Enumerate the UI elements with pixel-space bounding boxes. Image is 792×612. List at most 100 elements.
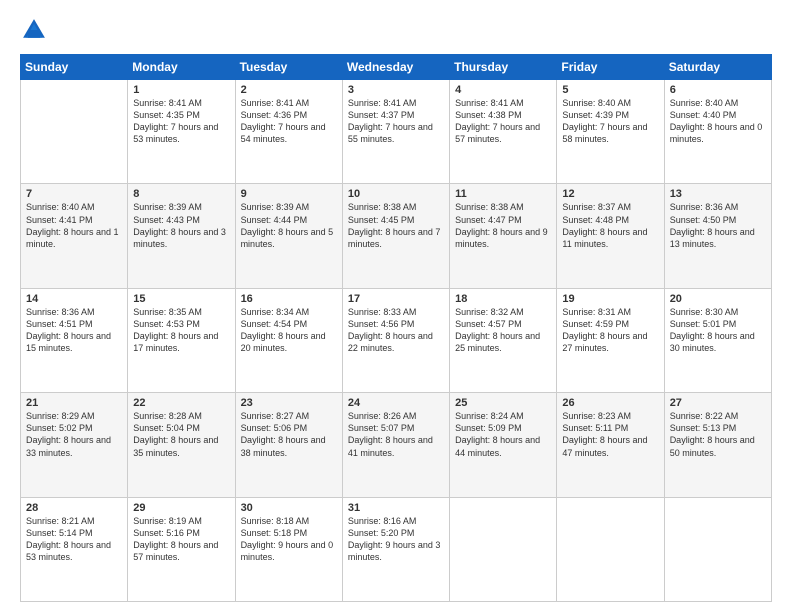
day-number: 12	[562, 188, 658, 200]
calendar-week-row: 14Sunrise: 8:36 AMSunset: 4:51 PMDayligh…	[21, 288, 772, 392]
day-number: 2	[241, 84, 337, 96]
weekday-header: Monday	[128, 55, 235, 80]
day-info: Sunrise: 8:35 AMSunset: 4:53 PMDaylight:…	[133, 306, 229, 355]
weekday-header: Friday	[557, 55, 664, 80]
weekday-header: Wednesday	[342, 55, 449, 80]
day-info: Sunrise: 8:23 AMSunset: 5:11 PMDaylight:…	[562, 410, 658, 459]
calendar-header-row: SundayMondayTuesdayWednesdayThursdayFrid…	[21, 55, 772, 80]
calendar-cell	[21, 80, 128, 184]
calendar-cell: 31Sunrise: 8:16 AMSunset: 5:20 PMDayligh…	[342, 497, 449, 601]
calendar-cell: 24Sunrise: 8:26 AMSunset: 5:07 PMDayligh…	[342, 393, 449, 497]
calendar-cell: 15Sunrise: 8:35 AMSunset: 4:53 PMDayligh…	[128, 288, 235, 392]
day-number: 8	[133, 188, 229, 200]
calendar-cell: 10Sunrise: 8:38 AMSunset: 4:45 PMDayligh…	[342, 184, 449, 288]
calendar-cell: 19Sunrise: 8:31 AMSunset: 4:59 PMDayligh…	[557, 288, 664, 392]
calendar-cell	[664, 497, 771, 601]
day-info: Sunrise: 8:37 AMSunset: 4:48 PMDaylight:…	[562, 201, 658, 250]
day-number: 18	[455, 293, 551, 305]
page: SundayMondayTuesdayWednesdayThursdayFrid…	[0, 0, 792, 612]
calendar-cell: 18Sunrise: 8:32 AMSunset: 4:57 PMDayligh…	[450, 288, 557, 392]
day-info: Sunrise: 8:16 AMSunset: 5:20 PMDaylight:…	[348, 515, 444, 564]
day-number: 13	[670, 188, 766, 200]
logo	[20, 16, 52, 44]
day-info: Sunrise: 8:41 AMSunset: 4:36 PMDaylight:…	[241, 97, 337, 146]
calendar-table: SundayMondayTuesdayWednesdayThursdayFrid…	[20, 54, 772, 602]
day-info: Sunrise: 8:31 AMSunset: 4:59 PMDaylight:…	[562, 306, 658, 355]
calendar-cell: 16Sunrise: 8:34 AMSunset: 4:54 PMDayligh…	[235, 288, 342, 392]
day-info: Sunrise: 8:40 AMSunset: 4:40 PMDaylight:…	[670, 97, 766, 146]
day-number: 25	[455, 397, 551, 409]
day-number: 15	[133, 293, 229, 305]
calendar-cell: 17Sunrise: 8:33 AMSunset: 4:56 PMDayligh…	[342, 288, 449, 392]
logo-icon	[20, 16, 48, 44]
day-info: Sunrise: 8:27 AMSunset: 5:06 PMDaylight:…	[241, 410, 337, 459]
day-info: Sunrise: 8:39 AMSunset: 4:44 PMDaylight:…	[241, 201, 337, 250]
calendar-cell: 30Sunrise: 8:18 AMSunset: 5:18 PMDayligh…	[235, 497, 342, 601]
weekday-header: Sunday	[21, 55, 128, 80]
calendar-cell: 13Sunrise: 8:36 AMSunset: 4:50 PMDayligh…	[664, 184, 771, 288]
day-number: 4	[455, 84, 551, 96]
day-number: 3	[348, 84, 444, 96]
calendar-cell: 12Sunrise: 8:37 AMSunset: 4:48 PMDayligh…	[557, 184, 664, 288]
day-info: Sunrise: 8:41 AMSunset: 4:37 PMDaylight:…	[348, 97, 444, 146]
calendar-cell: 22Sunrise: 8:28 AMSunset: 5:04 PMDayligh…	[128, 393, 235, 497]
calendar-cell: 1Sunrise: 8:41 AMSunset: 4:35 PMDaylight…	[128, 80, 235, 184]
day-info: Sunrise: 8:26 AMSunset: 5:07 PMDaylight:…	[348, 410, 444, 459]
calendar-cell: 25Sunrise: 8:24 AMSunset: 5:09 PMDayligh…	[450, 393, 557, 497]
day-number: 10	[348, 188, 444, 200]
day-info: Sunrise: 8:36 AMSunset: 4:50 PMDaylight:…	[670, 201, 766, 250]
day-info: Sunrise: 8:41 AMSunset: 4:35 PMDaylight:…	[133, 97, 229, 146]
day-info: Sunrise: 8:38 AMSunset: 4:45 PMDaylight:…	[348, 201, 444, 250]
day-info: Sunrise: 8:41 AMSunset: 4:38 PMDaylight:…	[455, 97, 551, 146]
day-number: 19	[562, 293, 658, 305]
calendar-cell: 21Sunrise: 8:29 AMSunset: 5:02 PMDayligh…	[21, 393, 128, 497]
day-number: 9	[241, 188, 337, 200]
day-info: Sunrise: 8:22 AMSunset: 5:13 PMDaylight:…	[670, 410, 766, 459]
day-number: 30	[241, 502, 337, 514]
day-info: Sunrise: 8:21 AMSunset: 5:14 PMDaylight:…	[26, 515, 122, 564]
day-info: Sunrise: 8:36 AMSunset: 4:51 PMDaylight:…	[26, 306, 122, 355]
day-info: Sunrise: 8:40 AMSunset: 4:41 PMDaylight:…	[26, 201, 122, 250]
day-number: 17	[348, 293, 444, 305]
calendar-cell: 20Sunrise: 8:30 AMSunset: 5:01 PMDayligh…	[664, 288, 771, 392]
day-info: Sunrise: 8:19 AMSunset: 5:16 PMDaylight:…	[133, 515, 229, 564]
calendar-cell: 29Sunrise: 8:19 AMSunset: 5:16 PMDayligh…	[128, 497, 235, 601]
calendar-cell: 11Sunrise: 8:38 AMSunset: 4:47 PMDayligh…	[450, 184, 557, 288]
day-number: 14	[26, 293, 122, 305]
day-info: Sunrise: 8:32 AMSunset: 4:57 PMDaylight:…	[455, 306, 551, 355]
calendar-cell: 28Sunrise: 8:21 AMSunset: 5:14 PMDayligh…	[21, 497, 128, 601]
calendar-cell: 2Sunrise: 8:41 AMSunset: 4:36 PMDaylight…	[235, 80, 342, 184]
day-number: 6	[670, 84, 766, 96]
calendar-cell: 7Sunrise: 8:40 AMSunset: 4:41 PMDaylight…	[21, 184, 128, 288]
calendar-week-row: 1Sunrise: 8:41 AMSunset: 4:35 PMDaylight…	[21, 80, 772, 184]
day-info: Sunrise: 8:38 AMSunset: 4:47 PMDaylight:…	[455, 201, 551, 250]
calendar-week-row: 21Sunrise: 8:29 AMSunset: 5:02 PMDayligh…	[21, 393, 772, 497]
day-info: Sunrise: 8:40 AMSunset: 4:39 PMDaylight:…	[562, 97, 658, 146]
calendar-cell	[450, 497, 557, 601]
day-info: Sunrise: 8:30 AMSunset: 5:01 PMDaylight:…	[670, 306, 766, 355]
day-number: 5	[562, 84, 658, 96]
day-info: Sunrise: 8:24 AMSunset: 5:09 PMDaylight:…	[455, 410, 551, 459]
calendar-cell: 5Sunrise: 8:40 AMSunset: 4:39 PMDaylight…	[557, 80, 664, 184]
calendar-cell: 26Sunrise: 8:23 AMSunset: 5:11 PMDayligh…	[557, 393, 664, 497]
day-number: 7	[26, 188, 122, 200]
weekday-header: Saturday	[664, 55, 771, 80]
day-number: 26	[562, 397, 658, 409]
day-number: 1	[133, 84, 229, 96]
calendar-cell: 4Sunrise: 8:41 AMSunset: 4:38 PMDaylight…	[450, 80, 557, 184]
calendar-cell: 27Sunrise: 8:22 AMSunset: 5:13 PMDayligh…	[664, 393, 771, 497]
calendar-cell: 3Sunrise: 8:41 AMSunset: 4:37 PMDaylight…	[342, 80, 449, 184]
day-number: 28	[26, 502, 122, 514]
calendar-cell	[557, 497, 664, 601]
day-number: 27	[670, 397, 766, 409]
day-number: 22	[133, 397, 229, 409]
day-number: 11	[455, 188, 551, 200]
calendar-cell: 9Sunrise: 8:39 AMSunset: 4:44 PMDaylight…	[235, 184, 342, 288]
calendar-cell: 14Sunrise: 8:36 AMSunset: 4:51 PMDayligh…	[21, 288, 128, 392]
day-number: 31	[348, 502, 444, 514]
day-number: 29	[133, 502, 229, 514]
day-number: 23	[241, 397, 337, 409]
day-number: 24	[348, 397, 444, 409]
weekday-header: Tuesday	[235, 55, 342, 80]
day-number: 16	[241, 293, 337, 305]
